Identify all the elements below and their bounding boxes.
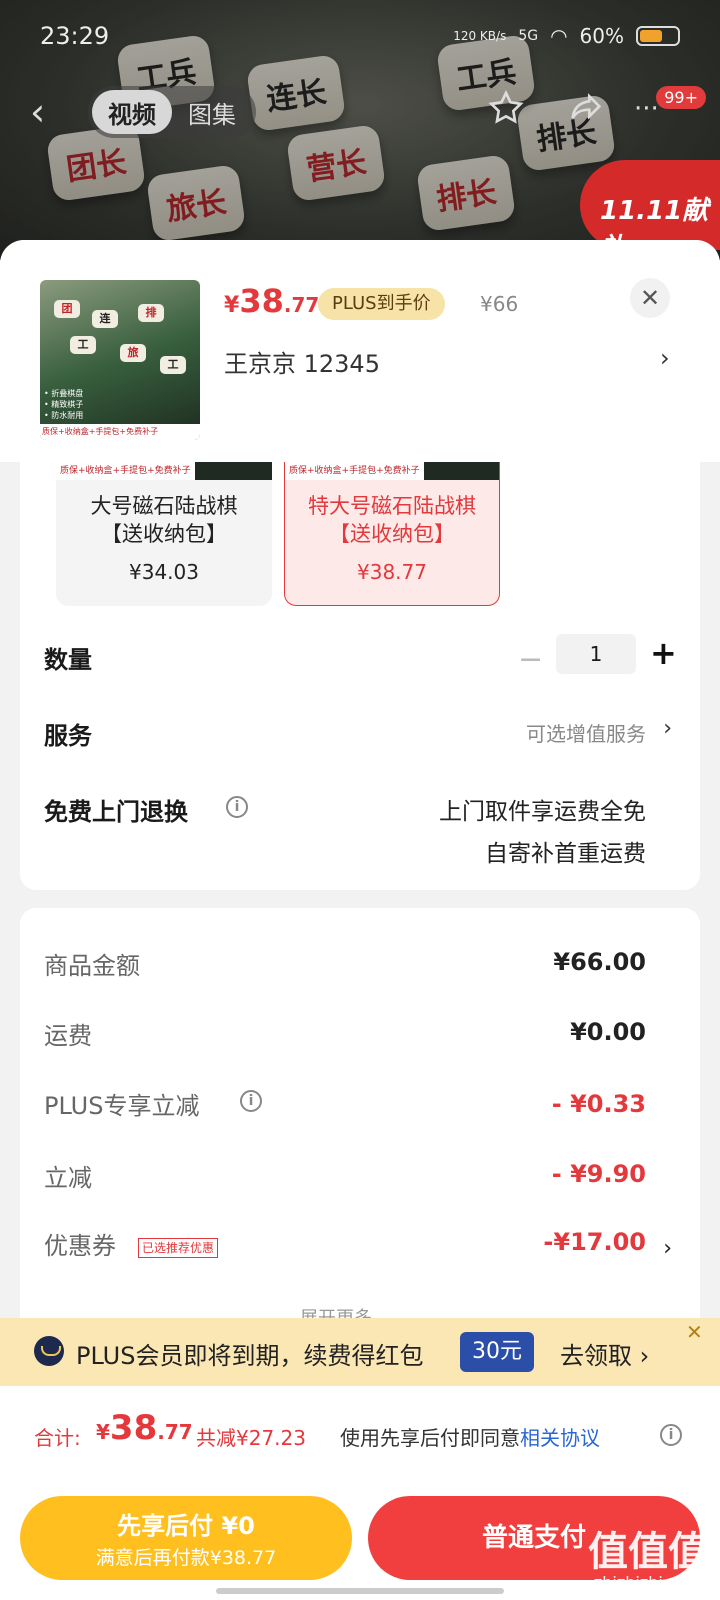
shipping-value: ¥0.00 (570, 1018, 646, 1046)
plus-discount-value: - ¥0.33 (551, 1090, 646, 1118)
spec-name: 特大号磁石陆战棋【送收纳包】 (308, 494, 476, 546)
plus-banner-text: PLUS会员即将到期，续费得红包 (76, 1342, 424, 1370)
sheet-header: 团 连 排 工 旅 工 • 折叠棋盘 • 精致棋子 • 防水耐用 质保+收纳盒+… (0, 240, 720, 462)
selected-spec-address[interactable]: 王京京 12345 (224, 344, 380, 379)
status-time: 23:29 (40, 22, 110, 50)
coupon-recommended-tag: 已选推荐优惠 (138, 1238, 219, 1258)
goods-amount-value: ¥66.00 (553, 948, 646, 976)
agreement-text: 使用先享后付即同意相关协议 (340, 1426, 600, 1450)
tab-video[interactable]: 视频 (92, 90, 172, 134)
plus-renewal-banner[interactable]: PLUS会员即将到期，续费得红包 30元 去领取 › ✕ (0, 1318, 720, 1386)
quantity-plus-button[interactable]: + (650, 634, 677, 672)
chevron-right-icon[interactable]: › (663, 1236, 672, 1261)
options-block: 数量 − 1 + 服务 可选增值服务 › 免费上门退换 i 上门取件享运费全免 … (20, 612, 700, 890)
total-bar: 合计: ¥38.77 共减¥27.23 使用先享后付即同意相关协议 i (0, 1386, 720, 1482)
return-label: 免费上门退换 (44, 798, 188, 826)
quantity-minus-button[interactable]: − (518, 642, 543, 677)
plus-red-packet-amount: 30元 (460, 1332, 534, 1372)
quantity-input[interactable]: 1 (556, 634, 636, 674)
goods-amount-label: 商品金额 (44, 952, 140, 980)
net-speed: 120 KB/s (453, 29, 507, 43)
site-watermark: 值值值 zhizhizhi.com (588, 1529, 708, 1592)
spec-name: 大号磁石陆战棋【送收纳包】 (90, 494, 238, 546)
wifi-icon: ◠ (550, 24, 568, 48)
more-icon[interactable]: ··· (634, 94, 659, 124)
action-bar: 先享后付 ¥0 满意后再付款¥38.77 普通支付 值值值 zhizhizhi.… (0, 1482, 720, 1600)
instant-discount-value: - ¥9.90 (551, 1160, 646, 1188)
notification-badge: 99+ (656, 86, 706, 109)
spec-options: 质保+收纳盒+手提包+免费补子 大号磁石陆战棋【送收纳包】 ¥34.03 质保+… (20, 462, 700, 612)
plus-claim-link[interactable]: 去领取 › (560, 1336, 649, 1371)
total-savings: 共减¥27.23 (196, 1426, 306, 1450)
return-line-1: 上门取件享运费全免 (439, 799, 646, 825)
battery-percent: 60% (579, 24, 624, 48)
instant-discount-label: 立减 (44, 1164, 92, 1192)
service-hint[interactable]: 可选增值服务 (526, 718, 646, 747)
close-button[interactable]: ✕ (630, 278, 670, 318)
tab-gallery[interactable]: 图集 (172, 90, 252, 134)
thumbnail-band: 质保+收纳盒+手提包+免费补子 (40, 424, 200, 440)
battery-icon (636, 26, 680, 46)
return-line-2: 自寄补首重运费 (485, 841, 646, 867)
favorite-star-icon[interactable] (486, 88, 526, 128)
spec-option-xlarge[interactable]: 质保+收纳盒+手提包+免费补子 特大号磁石陆战棋【送收纳包】 ¥38.77 (284, 462, 500, 606)
chevron-right-icon[interactable]: › (663, 716, 672, 741)
thumbnail-notes: • 折叠棋盘 • 精致棋子 • 防水耐用 (44, 389, 84, 420)
media-tab-switch: 视频 图集 (88, 86, 256, 138)
signal-icon: 5G (518, 28, 539, 44)
coupon-value[interactable]: -¥17.00 (543, 1228, 646, 1256)
close-icon[interactable]: ✕ (686, 1320, 712, 1346)
shipping-label: 运费 (44, 1022, 92, 1050)
share-icon[interactable] (566, 88, 606, 128)
info-icon[interactable]: i (660, 1424, 682, 1446)
spec-price: ¥38.77 (357, 560, 427, 584)
media-nav: ‹ 视频 图集 ··· 99+ (0, 86, 720, 138)
spec-option-large[interactable]: 质保+收纳盒+手提包+免费补子 大号磁石陆战棋【送收纳包】 ¥34.03 (56, 462, 272, 606)
back-icon[interactable]: ‹ (30, 93, 66, 131)
plus-logo-icon (34, 1336, 64, 1366)
price-detail-block: 商品金额 ¥66.00 运费 ¥0.00 PLUS专享立减 i - ¥0.33 … (20, 908, 700, 1329)
info-icon[interactable]: i (226, 796, 248, 818)
status-indicators: 120 KB/s 5G ◠ 60% (453, 24, 680, 48)
agreement-link[interactable]: 相关协议 (520, 1426, 600, 1450)
quantity-label: 数量 (44, 646, 92, 674)
promo-badge: 11.11献礼 (580, 160, 720, 260)
home-indicator (216, 1588, 504, 1594)
total-price: ¥38.77 (96, 1408, 193, 1448)
chevron-right-icon[interactable]: › (660, 344, 670, 372)
status-bar: 23:29 120 KB/s 5G ◠ 60% (0, 18, 720, 58)
current-price: ¥38.77 (224, 282, 320, 320)
plus-discount-label: PLUS专享立减 (44, 1092, 200, 1120)
total-label: 合计: (34, 1426, 81, 1450)
product-thumbnail[interactable]: 团 连 排 工 旅 工 • 折叠棋盘 • 精致棋子 • 防水耐用 质保+收纳盒+… (40, 280, 200, 440)
buy-now-pay-later-button[interactable]: 先享后付 ¥0 满意后再付款¥38.77 (20, 1496, 352, 1580)
original-price: ¥66 (480, 292, 519, 316)
plus-price-tag: PLUS到手价 (318, 288, 445, 320)
info-icon[interactable]: i (240, 1090, 262, 1112)
spec-price: ¥34.03 (129, 560, 199, 584)
service-label: 服务 (44, 722, 92, 750)
coupon-label: 优惠券 (44, 1232, 116, 1260)
